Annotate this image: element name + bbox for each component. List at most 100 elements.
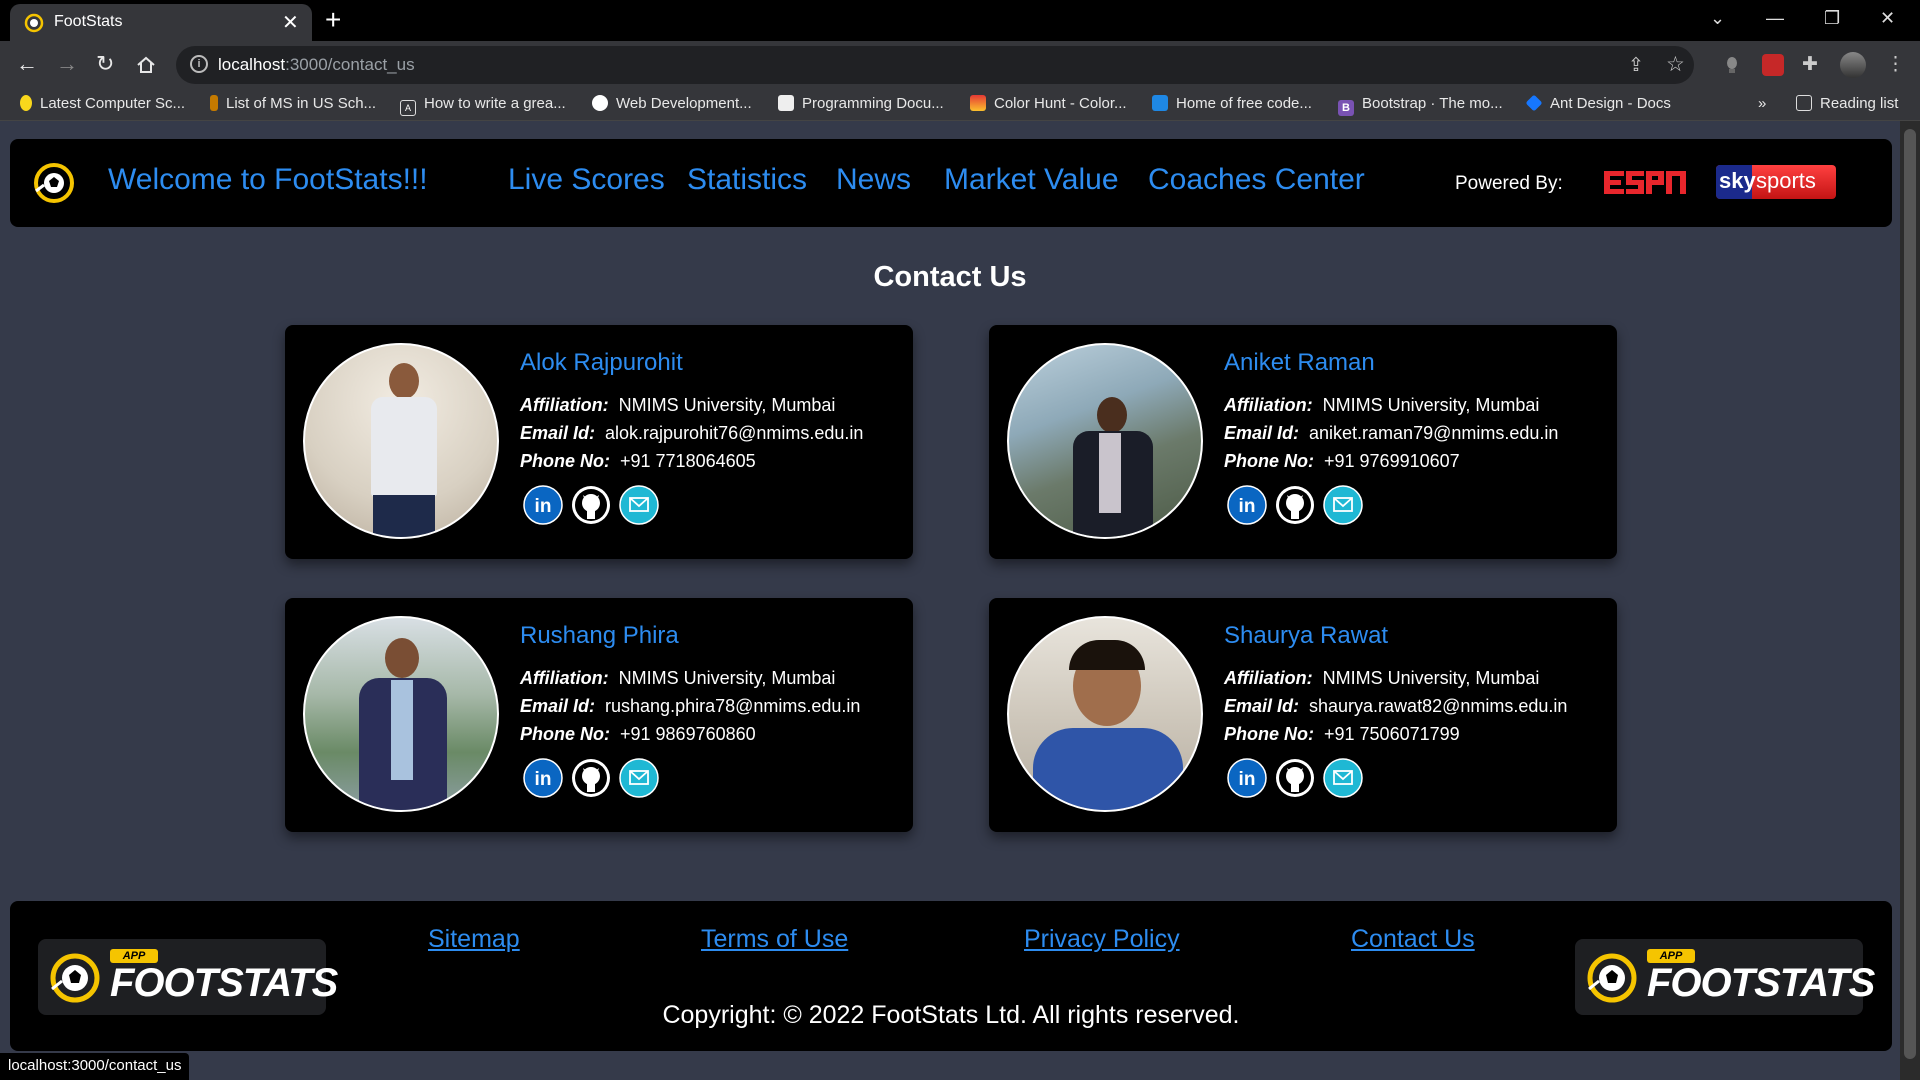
footstats-ball-icon bbox=[50, 953, 100, 1003]
bookmark-item[interactable]: Web Development... bbox=[592, 95, 752, 112]
freecodecamp-icon bbox=[1152, 95, 1168, 111]
nav-link-coaches-center[interactable]: Coaches Center bbox=[1148, 163, 1365, 197]
contact-email: Email Id: aniket.raman79@nmims.edu.in bbox=[1224, 423, 1559, 443]
svg-text:in: in bbox=[535, 496, 552, 517]
restore-icon[interactable]: ❐ bbox=[1824, 8, 1840, 29]
contact-email: Email Id: alok.rajpurohit76@nmims.edu.in bbox=[520, 423, 864, 443]
github-icon[interactable] bbox=[1275, 485, 1315, 525]
logo-text: FOOTSTATS bbox=[110, 961, 338, 1005]
contact-phone: Phone No: +91 9769910607 bbox=[1224, 451, 1460, 471]
browser-tab[interactable]: FootStats ✕ bbox=[10, 4, 312, 41]
extension-red-icon[interactable] bbox=[1762, 54, 1784, 76]
bookmark-item[interactable]: Color Hunt - Color... bbox=[970, 95, 1127, 112]
contact-affiliation: Affiliation: NMIMS University, Mumbai bbox=[1224, 668, 1540, 688]
bookmark-item[interactable]: A How to write a grea... bbox=[400, 95, 566, 116]
contact-card: Rushang Phira Affiliation: NMIMS Universi… bbox=[285, 598, 913, 832]
home-icon[interactable] bbox=[136, 55, 156, 75]
reload-icon[interactable]: ↻ bbox=[96, 51, 114, 77]
contact-phone: Phone No: +91 7506071799 bbox=[1224, 724, 1460, 744]
contact-name: Alok Rajpurohit bbox=[520, 349, 683, 376]
bookmarks-overflow-icon[interactable]: » bbox=[1758, 95, 1766, 112]
scrollbar-thumb[interactable] bbox=[1904, 129, 1916, 1059]
forward-icon[interactable]: → bbox=[56, 51, 78, 77]
ant-design-icon bbox=[1525, 94, 1543, 112]
close-window-icon[interactable]: ✕ bbox=[1880, 8, 1895, 29]
page-content: Welcome to FootStats!!! Live Scores Stat… bbox=[0, 121, 1900, 1080]
address-url: localhost:3000/contact_us bbox=[218, 55, 415, 74]
contact-name: Rushang Phira bbox=[520, 622, 679, 649]
share-icon[interactable]: ⇪ bbox=[1628, 54, 1644, 77]
close-tab-icon[interactable]: ✕ bbox=[282, 10, 299, 35]
bookmark-star-icon[interactable]: ☆ bbox=[1666, 52, 1685, 77]
contact-name: Aniket Raman bbox=[1224, 349, 1375, 376]
bookmark-item[interactable]: Home of free code... bbox=[1152, 95, 1312, 112]
sports-text: sports bbox=[1756, 168, 1816, 193]
avatar bbox=[1007, 343, 1203, 539]
extension-lamp-icon[interactable] bbox=[1724, 55, 1740, 75]
anchor-a-icon: A bbox=[400, 100, 416, 116]
linkedin-icon[interactable]: in bbox=[1227, 485, 1267, 525]
bookmark-item[interactable]: List of MS in US Sch... bbox=[210, 95, 376, 112]
site-info-icon[interactable]: i bbox=[190, 55, 208, 73]
footstats-favicon-icon bbox=[24, 13, 44, 33]
back-icon[interactable]: ← bbox=[16, 51, 38, 77]
github-icon[interactable] bbox=[571, 758, 611, 798]
contact-phone: Phone No: +91 9869760860 bbox=[520, 724, 756, 744]
bookmark-item[interactable]: B Bootstrap · The mo... bbox=[1338, 95, 1503, 116]
bookmark-item[interactable]: Ant Design - Docs bbox=[1525, 94, 1671, 112]
bookmark-page-icon bbox=[210, 95, 218, 111]
mail-icon[interactable] bbox=[1323, 485, 1363, 525]
extensions-puzzle-icon[interactable]: ✚ bbox=[1802, 53, 1818, 76]
browser-toolbar: ← → ↻ i localhost:3000/contact_us ⇪ ☆ ✚ … bbox=[0, 41, 1920, 89]
mail-icon[interactable] bbox=[1323, 758, 1363, 798]
bookmark-item[interactable]: Latest Computer Sc... bbox=[20, 95, 185, 112]
nav-link-live-scores[interactable]: Live Scores bbox=[508, 163, 665, 197]
page-scrollbar[interactable] bbox=[1900, 121, 1920, 1080]
sky-sports-logo[interactable]: sky sports bbox=[1716, 165, 1836, 199]
footer-link-sitemap[interactable]: Sitemap bbox=[428, 925, 520, 954]
sky-text: sky bbox=[1719, 168, 1756, 193]
footer-link-terms[interactable]: Terms of Use bbox=[701, 925, 848, 954]
svg-text:in: in bbox=[535, 769, 552, 790]
footer-link-contact[interactable]: Contact Us bbox=[1351, 925, 1475, 954]
github-icon[interactable] bbox=[571, 485, 611, 525]
mail-icon[interactable] bbox=[619, 485, 659, 525]
bootstrap-icon: B bbox=[1338, 100, 1354, 116]
web-dev-icon bbox=[592, 95, 608, 111]
mail-icon[interactable] bbox=[619, 758, 659, 798]
linkedin-icon[interactable]: in bbox=[523, 485, 563, 525]
contact-card: Shaurya Rawat Affiliation: NMIMS Universi… bbox=[989, 598, 1617, 832]
site-navbar: Welcome to FootStats!!! Live Scores Stat… bbox=[10, 139, 1892, 227]
menu-kebab-icon[interactable]: ⋮ bbox=[1886, 53, 1905, 76]
footstats-logo-icon[interactable] bbox=[32, 161, 76, 205]
linkedin-icon[interactable]: in bbox=[523, 758, 563, 798]
footer-link-privacy[interactable]: Privacy Policy bbox=[1024, 925, 1180, 954]
contact-email: Email Id: shaurya.rawat82@nmims.edu.in bbox=[1224, 696, 1568, 716]
nav-link-news[interactable]: News bbox=[836, 163, 911, 197]
page-title: Contact Us bbox=[873, 261, 1027, 293]
linkedin-icon[interactable]: in bbox=[1227, 758, 1267, 798]
color-hunt-icon bbox=[970, 95, 986, 111]
nav-link-market-value[interactable]: Market Value bbox=[944, 163, 1119, 197]
github-icon[interactable] bbox=[1275, 758, 1315, 798]
profile-avatar[interactable] bbox=[1840, 52, 1866, 78]
contact-card: Alok Rajpurohit Affiliation: NMIMS Univer… bbox=[285, 325, 913, 559]
avatar bbox=[1007, 616, 1203, 812]
tab-search-icon[interactable]: ⌄ bbox=[1710, 8, 1725, 29]
espn-logo-icon[interactable] bbox=[1604, 167, 1686, 199]
site-footer: APP FOOTSTATS Sitemap Terms of Use Priva… bbox=[10, 901, 1892, 1051]
footer-logo-right[interactable]: APP FOOTSTATS bbox=[1575, 939, 1875, 1015]
bookmark-item[interactable]: Programming Docu... bbox=[778, 95, 944, 112]
reading-list-button[interactable]: Reading list bbox=[1796, 95, 1898, 112]
svg-text:in: in bbox=[1239, 769, 1256, 790]
logo-text: FOOTSTATS bbox=[1647, 961, 1875, 1005]
minimize-icon[interactable]: — bbox=[1766, 8, 1784, 29]
new-tab-icon[interactable]: + bbox=[325, 4, 341, 36]
contact-card: Aniket Raman Affiliation: NMIMS Universit… bbox=[989, 325, 1617, 559]
avatar bbox=[303, 616, 499, 812]
brand-title[interactable]: Welcome to FootStats!!! bbox=[108, 163, 428, 197]
contact-affiliation: Affiliation: NMIMS University, Mumbai bbox=[520, 395, 836, 415]
bookmarks-bar: Latest Computer Sc... List of MS in US S… bbox=[0, 89, 1920, 121]
nav-link-statistics[interactable]: Statistics bbox=[687, 163, 807, 197]
address-bar[interactable]: i localhost:3000/contact_us ⇪ ☆ bbox=[176, 46, 1694, 84]
